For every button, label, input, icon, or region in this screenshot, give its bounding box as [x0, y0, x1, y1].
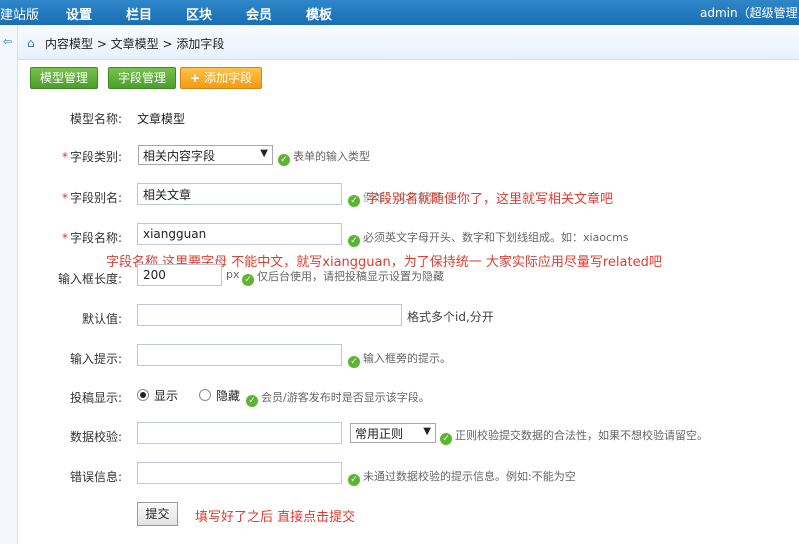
alias-annotation: 字段别名就随便你了，这里就写相关文章吧 — [366, 192, 614, 207]
submit-button[interactable]: 提交 — [137, 502, 178, 526]
nav-item-columns[interactable]: 栏目 — [126, 4, 152, 23]
validation-hint: ✓ 正则校验提交数据的合法性，如果不想校验请留空。 — [440, 427, 708, 445]
error-message-hint: ✓ 未通过数据校验的提示信息。例如:不能为空 — [348, 468, 576, 486]
field-type-label: * 字段类别: — [61, 150, 122, 164]
submit-display-hint: ✓ 会员/游客发布时是否显示该字段。 — [246, 389, 430, 407]
check-icon: ✓ — [246, 395, 258, 407]
width-unit: px — [226, 268, 240, 281]
nav-item-templates[interactable]: 模板 — [306, 4, 332, 23]
check-icon: ✓ — [242, 274, 254, 286]
model-name-value: 文章模型 — [137, 112, 186, 126]
breadcrumb: 内容模型 > 文章模型 > 添加字段 — [45, 37, 225, 51]
default-value-label: 默认值: — [81, 312, 122, 326]
default-value-hint: 格式多个id,分开 — [407, 310, 494, 324]
user-info[interactable]: admin（超级管理员 — [700, 4, 799, 21]
field-name-input[interactable] — [137, 223, 342, 245]
site-brand: 建站版 — [0, 8, 40, 23]
input-width-hint: ✓ 仅后台使用，请把投稿显示设置为隐藏 — [242, 268, 444, 286]
hide-radio[interactable] — [199, 389, 211, 401]
alias-input[interactable] — [137, 183, 342, 205]
field-name-hint: ✓ 必须英文字母开头、数字和下划线组成。如：xiaocms — [348, 229, 629, 247]
nav-item-members[interactable]: 会员 — [246, 4, 272, 23]
check-icon: ✓ — [440, 433, 452, 445]
field-type-select[interactable]: 相关内容字段 ▼ — [138, 145, 273, 165]
field-type-hint: ✓ 表单的输入类型 — [278, 148, 370, 166]
chevron-down-icon: ▼ — [260, 148, 268, 159]
input-tip-label: 输入提示: — [69, 352, 122, 366]
sidebar-toggle-icon[interactable]: ⇦ — [3, 36, 15, 48]
regex-select[interactable]: 常用正则 ▼ — [350, 423, 436, 443]
top-nav-bar: 建站版 设置 栏目 区块 会员 模板 admin（超级管理员 — [0, 0, 799, 25]
show-radio[interactable] — [137, 389, 149, 401]
field-manage-button[interactable]: 字段管理 — [108, 67, 177, 89]
submit-annotation: 填写好了之后 直接点击提交 — [195, 510, 356, 525]
input-tip-input[interactable] — [137, 344, 342, 366]
show-radio-label[interactable]: 显示 — [154, 387, 178, 404]
breadcrumb-bar: ⌂ 内容模型 > 文章模型 > 添加字段 — [18, 25, 799, 60]
error-message-label: 错误信息: — [69, 470, 122, 484]
validation-label: 数据校验: — [69, 430, 122, 444]
chevron-down-icon: ▼ — [423, 426, 431, 437]
submit-display-label: 投稿显示: — [69, 391, 122, 405]
error-message-input[interactable] — [137, 462, 342, 484]
add-field-label: 添加字段 — [204, 71, 253, 85]
check-icon: ✓ — [278, 154, 290, 166]
add-field-button[interactable]: + 添加字段 — [180, 67, 263, 89]
check-icon: ✓ — [348, 235, 360, 247]
model-manage-button[interactable]: 模型管理 — [30, 67, 99, 89]
alias-label: * 字段别名: — [61, 191, 122, 205]
default-value-input[interactable] — [137, 304, 402, 326]
validation-input[interactable] — [137, 422, 342, 444]
input-width-field[interactable] — [137, 264, 222, 286]
model-name-label: 模型名称: — [69, 112, 122, 126]
field-name-label: * 字段名称: — [61, 231, 122, 245]
input-tip-hint: ✓ 输入框旁的提示。 — [348, 350, 451, 368]
input-width-label: 输入框长度: — [57, 272, 122, 286]
nav-item-settings[interactable]: 设置 — [66, 4, 92, 23]
check-icon: ✓ — [348, 195, 360, 207]
sidebar-collapsed: ⇦ — [0, 25, 18, 544]
nav-item-blocks[interactable]: 区块 — [186, 4, 212, 23]
plus-icon: + — [190, 71, 201, 85]
check-icon: ✓ — [348, 356, 360, 368]
check-icon: ✓ — [348, 474, 360, 486]
home-icon[interactable]: ⌂ — [27, 36, 35, 50]
hide-radio-label[interactable]: 隐藏 — [216, 387, 240, 404]
